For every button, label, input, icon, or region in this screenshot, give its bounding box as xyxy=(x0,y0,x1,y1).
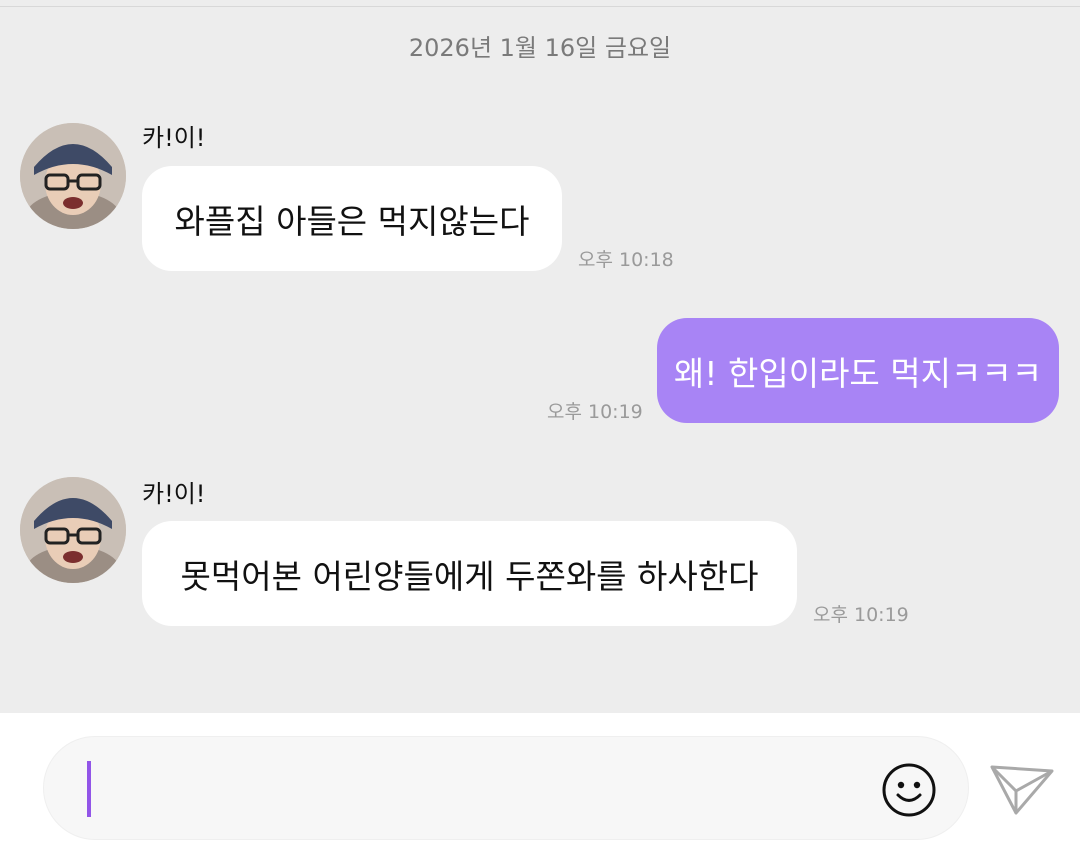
avatar[interactable] xyxy=(20,123,126,229)
chat-screen: 2026년 1월 16일 금요일 카!이! 와플집 아들은 먹지않는다 오후 1… xyxy=(0,0,1080,861)
message-time: 오후 10:19 xyxy=(813,604,909,626)
top-divider xyxy=(0,6,1080,7)
avatar[interactable] xyxy=(20,477,126,583)
message-text: 못먹어본 어린양들에게 두쫀와를 하사한다 xyxy=(180,556,759,596)
composer-bar xyxy=(0,713,1080,861)
avatar-photo xyxy=(20,477,126,583)
sender-name: 카!이! xyxy=(142,124,206,152)
message-input[interactable] xyxy=(100,759,860,819)
smiley-icon[interactable] xyxy=(880,761,938,819)
date-separator: 2026년 1월 16일 금요일 xyxy=(408,34,672,62)
avatar-photo xyxy=(20,123,126,229)
message-bubble-outgoing[interactable]: 왜! 한입이라도 먹지ㅋㅋㅋ xyxy=(657,318,1059,423)
text-caret xyxy=(87,761,91,817)
message-time: 오후 10:18 xyxy=(578,249,674,271)
paper-plane-icon[interactable] xyxy=(988,761,1056,819)
message-bubble-incoming[interactable]: 와플집 아들은 먹지않는다 xyxy=(142,166,562,271)
message-input-container[interactable] xyxy=(43,736,969,840)
message-text: 와플집 아들은 먹지않는다 xyxy=(174,201,530,241)
message-time: 오후 10:19 xyxy=(547,401,643,423)
message-text: 왜! 한입이라도 먹지ㅋㅋㅋ xyxy=(673,353,1043,393)
sender-name: 카!이! xyxy=(142,480,206,508)
message-bubble-incoming[interactable]: 못먹어본 어린양들에게 두쫀와를 하사한다 xyxy=(142,521,797,626)
